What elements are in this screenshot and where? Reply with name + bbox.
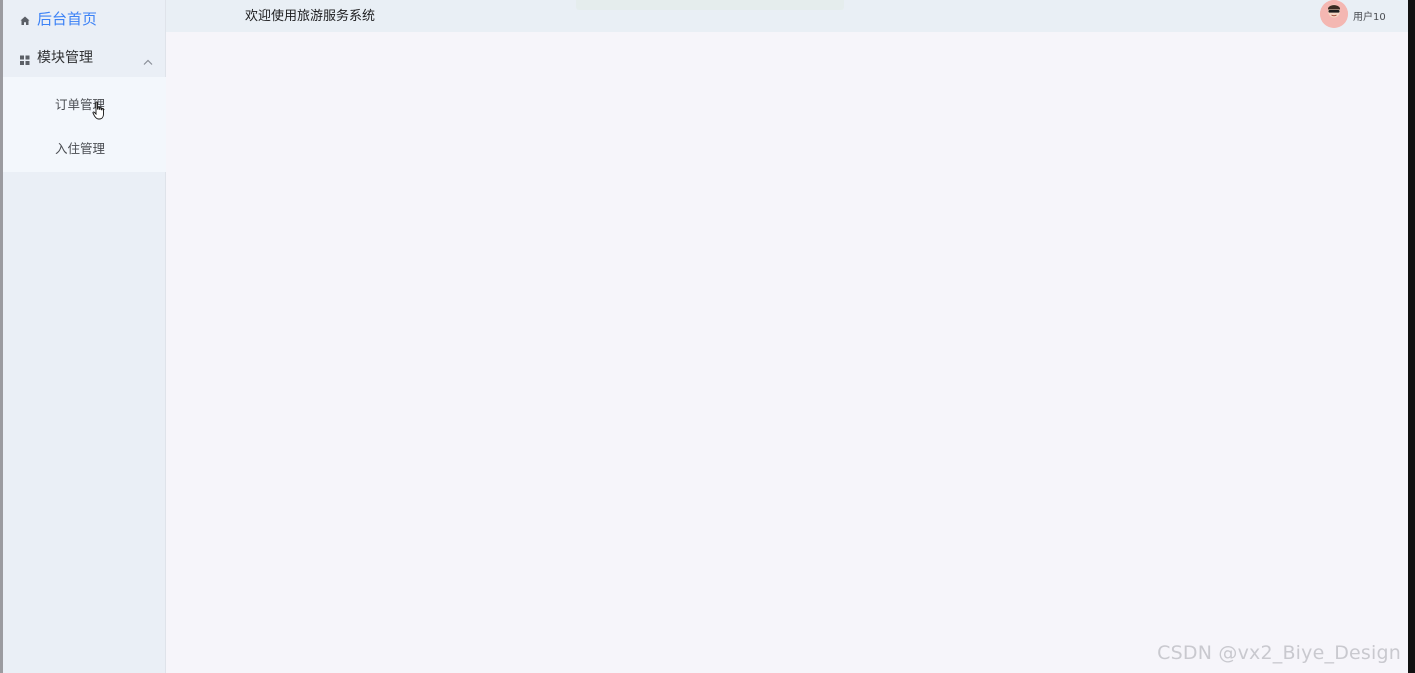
window-right-edge <box>1408 0 1415 673</box>
chevron-up-icon[interactable] <box>143 52 153 65</box>
modules-submenu: 订单管理 入住管理 <box>3 77 166 172</box>
grid-icon <box>19 51 31 65</box>
avatar-icon[interactable] <box>1320 0 1348 28</box>
top-header: 欢迎使用旅游服务系统 用户10 <box>166 0 1408 32</box>
app-window: 后台首页 模块管理 订单管理 入住管理 欢迎使用旅游服务系统 用户10 CSDN… <box>0 0 1415 673</box>
sidebar-item-home[interactable]: 后台首页 <box>3 0 166 36</box>
top-notification-shadow <box>576 0 844 10</box>
hand-cursor-icon <box>92 101 104 120</box>
watermark-text: CSDN @vx2_Biye_Design <box>1157 642 1401 664</box>
username-label[interactable]: 用户10 <box>1353 8 1386 23</box>
sidebar-item-modules-label: 模块管理 <box>37 50 93 66</box>
submenu-item-checkin-label: 入住管理 <box>55 140 106 156</box>
sidebar-item-home-label: 后台首页 <box>37 9 98 28</box>
submenu-item-checkin[interactable]: 入住管理 <box>3 127 166 167</box>
sidebar: 后台首页 模块管理 订单管理 入住管理 <box>3 0 166 673</box>
submenu-item-orders[interactable]: 订单管理 <box>3 83 166 123</box>
main-content <box>166 32 1408 673</box>
welcome-title: 欢迎使用旅游服务系统 <box>245 9 376 24</box>
home-icon <box>19 12 31 25</box>
sidebar-item-modules[interactable]: 模块管理 <box>3 39 166 75</box>
